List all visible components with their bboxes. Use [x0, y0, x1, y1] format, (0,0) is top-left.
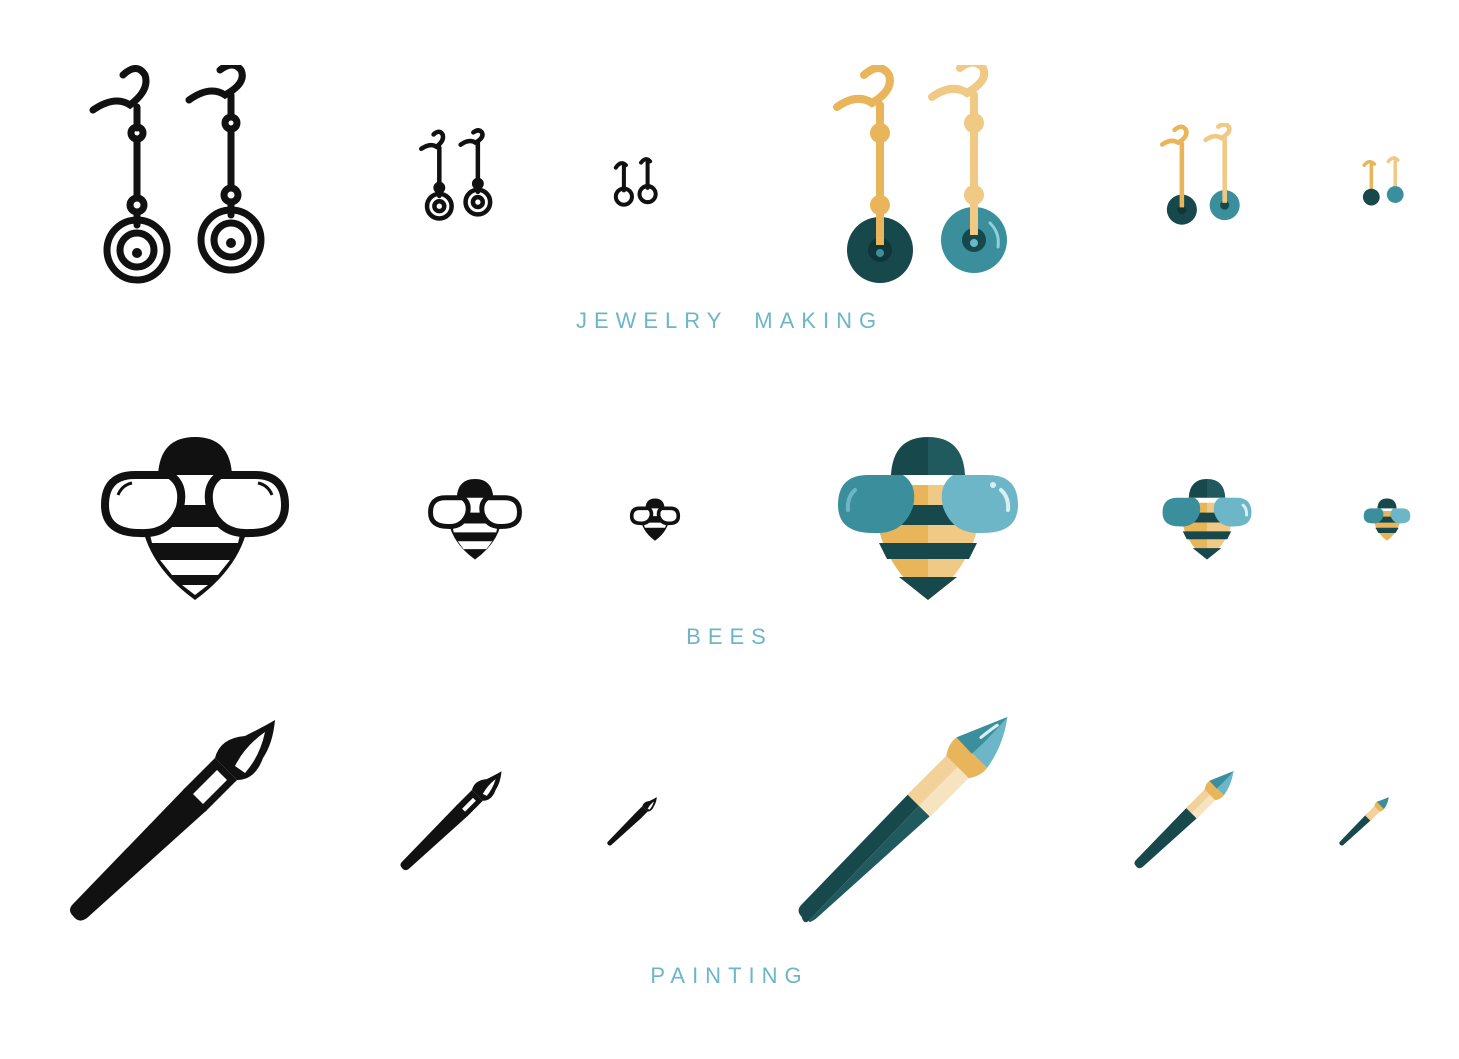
paintbrush-icon: [798, 717, 1008, 923]
bee-icon: [1363, 498, 1411, 541]
earrings-icon: [833, 65, 1007, 283]
section-label-painting: PAINTING: [650, 963, 809, 988]
paintbrush-icon: [400, 771, 502, 871]
paintbrush-icon: [1134, 771, 1234, 869]
jewelry-row: JEWELRY MAKING: [0, 0, 1459, 340]
earrings-icon: [1362, 156, 1404, 206]
paintbrush-icon: [607, 797, 657, 846]
earrings-icon: [89, 65, 265, 284]
bee-icon: [629, 498, 681, 541]
bee-icon: [428, 478, 522, 560]
bees-row: BEES: [0, 340, 1459, 670]
earrings-icon: [613, 157, 658, 207]
paintbrush-icon: [70, 720, 275, 921]
paintbrush-icon: [1339, 797, 1389, 846]
earrings-icon: [1160, 123, 1240, 225]
bee-icon: [1162, 478, 1252, 560]
section-label-jewelry: JEWELRY MAKING: [575, 308, 884, 333]
earrings-icon: [419, 128, 493, 221]
painting-row: PAINTING: [0, 670, 1459, 1059]
bee-icon: [838, 437, 1018, 600]
bee-icon: [100, 437, 290, 600]
section-label-bees: BEES: [686, 624, 773, 649]
